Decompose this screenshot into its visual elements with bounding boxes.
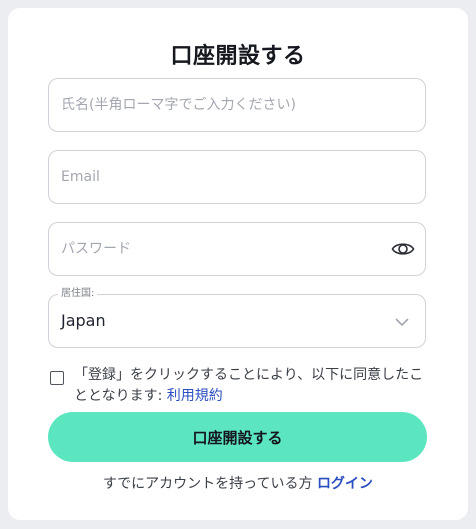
password-placeholder: パスワード	[61, 241, 131, 257]
login-link[interactable]: ログイン	[317, 476, 373, 492]
chevron-down-icon	[395, 318, 409, 327]
login-prompt: すでにアカウントを持っている方	[103, 476, 317, 492]
email-placeholder: Email	[61, 169, 100, 185]
name-placeholder: 氏名(半角ローマ字でご入力ください)	[61, 97, 296, 113]
country-select[interactable]: 居住国: Japan	[48, 287, 426, 348]
signup-card: 口座開設する 氏名(半角ローマ字でご入力ください) Email パスワード 居住…	[8, 8, 468, 520]
email-field[interactable]: Email	[48, 150, 426, 204]
consent-checkbox[interactable]	[50, 371, 64, 385]
consent-text-block: 「登録」をクリックすることにより、以下に同意したこととなります: 利用規約	[74, 365, 432, 407]
open-account-button[interactable]: 口座開設する	[48, 412, 427, 462]
login-line: すでにアカウントを持っている方 ログイン	[8, 473, 468, 493]
page-title: 口座開設する	[170, 44, 306, 69]
password-field[interactable]: パスワード	[48, 222, 426, 276]
terms-link[interactable]: 利用規約	[167, 388, 223, 404]
consent-text: 「登録」をクリックすることにより、以下に同意したこととなります:	[74, 367, 424, 404]
name-field[interactable]: 氏名(半角ローマ字でご入力ください)	[48, 78, 426, 132]
eye-icon[interactable]	[391, 237, 415, 261]
country-value: Japan	[61, 311, 106, 330]
